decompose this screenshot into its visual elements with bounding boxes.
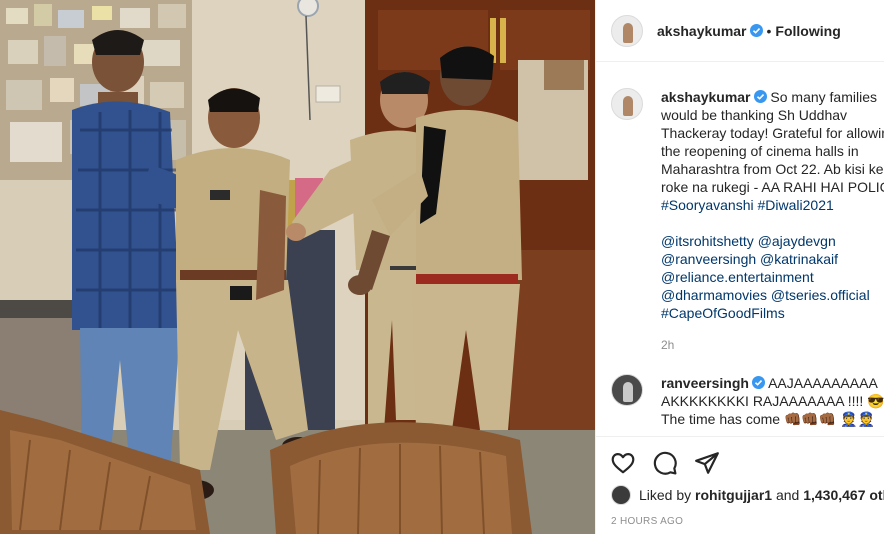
caption-mentions-line[interactable]: #CapeOfGoodFilms xyxy=(661,304,884,322)
caption-age[interactable]: 2h xyxy=(661,336,884,354)
post-header: akshaykumar • Following xyxy=(596,0,884,62)
reply-comment: ranveersingh AAJAAAAAAAAA AKKKKKKKKI RAJ… xyxy=(596,374,884,428)
caption-username[interactable]: akshaykumar xyxy=(661,89,751,105)
comments-list[interactable]: akshaykumar So many families would be th… xyxy=(596,62,884,436)
post-timestamp[interactable]: 2 HOURS AGO xyxy=(611,516,683,527)
liker-username[interactable]: rohitgujjar1 xyxy=(695,487,772,503)
likes-count[interactable]: 1,430,467 others xyxy=(803,487,884,503)
post-photo[interactable] xyxy=(0,0,595,534)
caption-text-line: would be thanking Sh Uddhav xyxy=(661,107,848,123)
caption-mentions-line[interactable]: @itsrohitshetty @ajaydevgn xyxy=(661,232,884,250)
post-side-panel: akshaykumar • Following akshaykumar So m… xyxy=(595,0,884,534)
reply-text-line: AKKKKKKKKI RAJAAAAAAA !!!! 😎 xyxy=(661,393,884,409)
heart-icon[interactable] xyxy=(610,450,636,476)
likes-summary: Liked by rohitgujjar1 and 1,430,467 othe… xyxy=(611,484,884,506)
caption-text-line: Thackeray today! Grateful for allowing xyxy=(661,125,884,141)
post-photo-illustration xyxy=(0,0,595,534)
verified-badge-icon xyxy=(751,376,765,389)
reply-avatar[interactable] xyxy=(611,374,643,406)
caption-mentions-line[interactable]: @ranveersingh @katrinakaif xyxy=(661,250,884,268)
liker-avatar[interactable] xyxy=(611,485,631,505)
header-separator: • xyxy=(766,22,772,39)
reply-text-line: AAJAAAAAAAAA xyxy=(768,375,878,391)
reply-username[interactable]: ranveersingh xyxy=(661,375,749,391)
reply-text-line: The time has come 👊🏾👊🏾👊🏾 👮👮 xyxy=(661,411,875,427)
likes-connector: and xyxy=(775,487,800,503)
caption-comment: akshaykumar So many families would be th… xyxy=(596,88,884,354)
caption-hashtags[interactable]: #Sooryavanshi #Diwali2021 xyxy=(661,196,884,214)
caption-text-line: roke na rukegi - AA RAHI HAI POLICE xyxy=(661,179,884,195)
verified-badge-icon xyxy=(749,24,763,37)
share-icon[interactable] xyxy=(694,450,720,476)
action-bar xyxy=(596,436,884,488)
reply-body: ranveersingh AAJAAAAAAAAA AKKKKKKKKI RAJ… xyxy=(661,374,884,428)
author-username[interactable]: akshaykumar xyxy=(657,23,747,39)
caption-line: akshaykumar So many families xyxy=(661,88,884,106)
caption-avatar[interactable] xyxy=(611,88,643,120)
caption-mentions-line[interactable]: @reliance.entertainment xyxy=(661,268,884,286)
likes-prefix: Liked by xyxy=(639,487,692,503)
reply-line: ranveersingh AAJAAAAAAAAA xyxy=(661,374,884,392)
caption-mentions-line[interactable]: @dharmamovies @tseries.official xyxy=(661,286,884,304)
caption-text-line: the reopening of cinema halls in xyxy=(661,143,859,159)
caption-text-line: Maharashtra from Oct 22. Ab kisi ke xyxy=(661,161,884,177)
comment-icon[interactable] xyxy=(652,450,678,476)
verified-badge-icon xyxy=(753,90,767,103)
following-button[interactable]: Following xyxy=(775,23,840,39)
caption-body: akshaykumar So many families would be th… xyxy=(661,88,884,354)
author-avatar[interactable] xyxy=(611,14,643,47)
caption-text-line: So many families xyxy=(770,89,877,105)
